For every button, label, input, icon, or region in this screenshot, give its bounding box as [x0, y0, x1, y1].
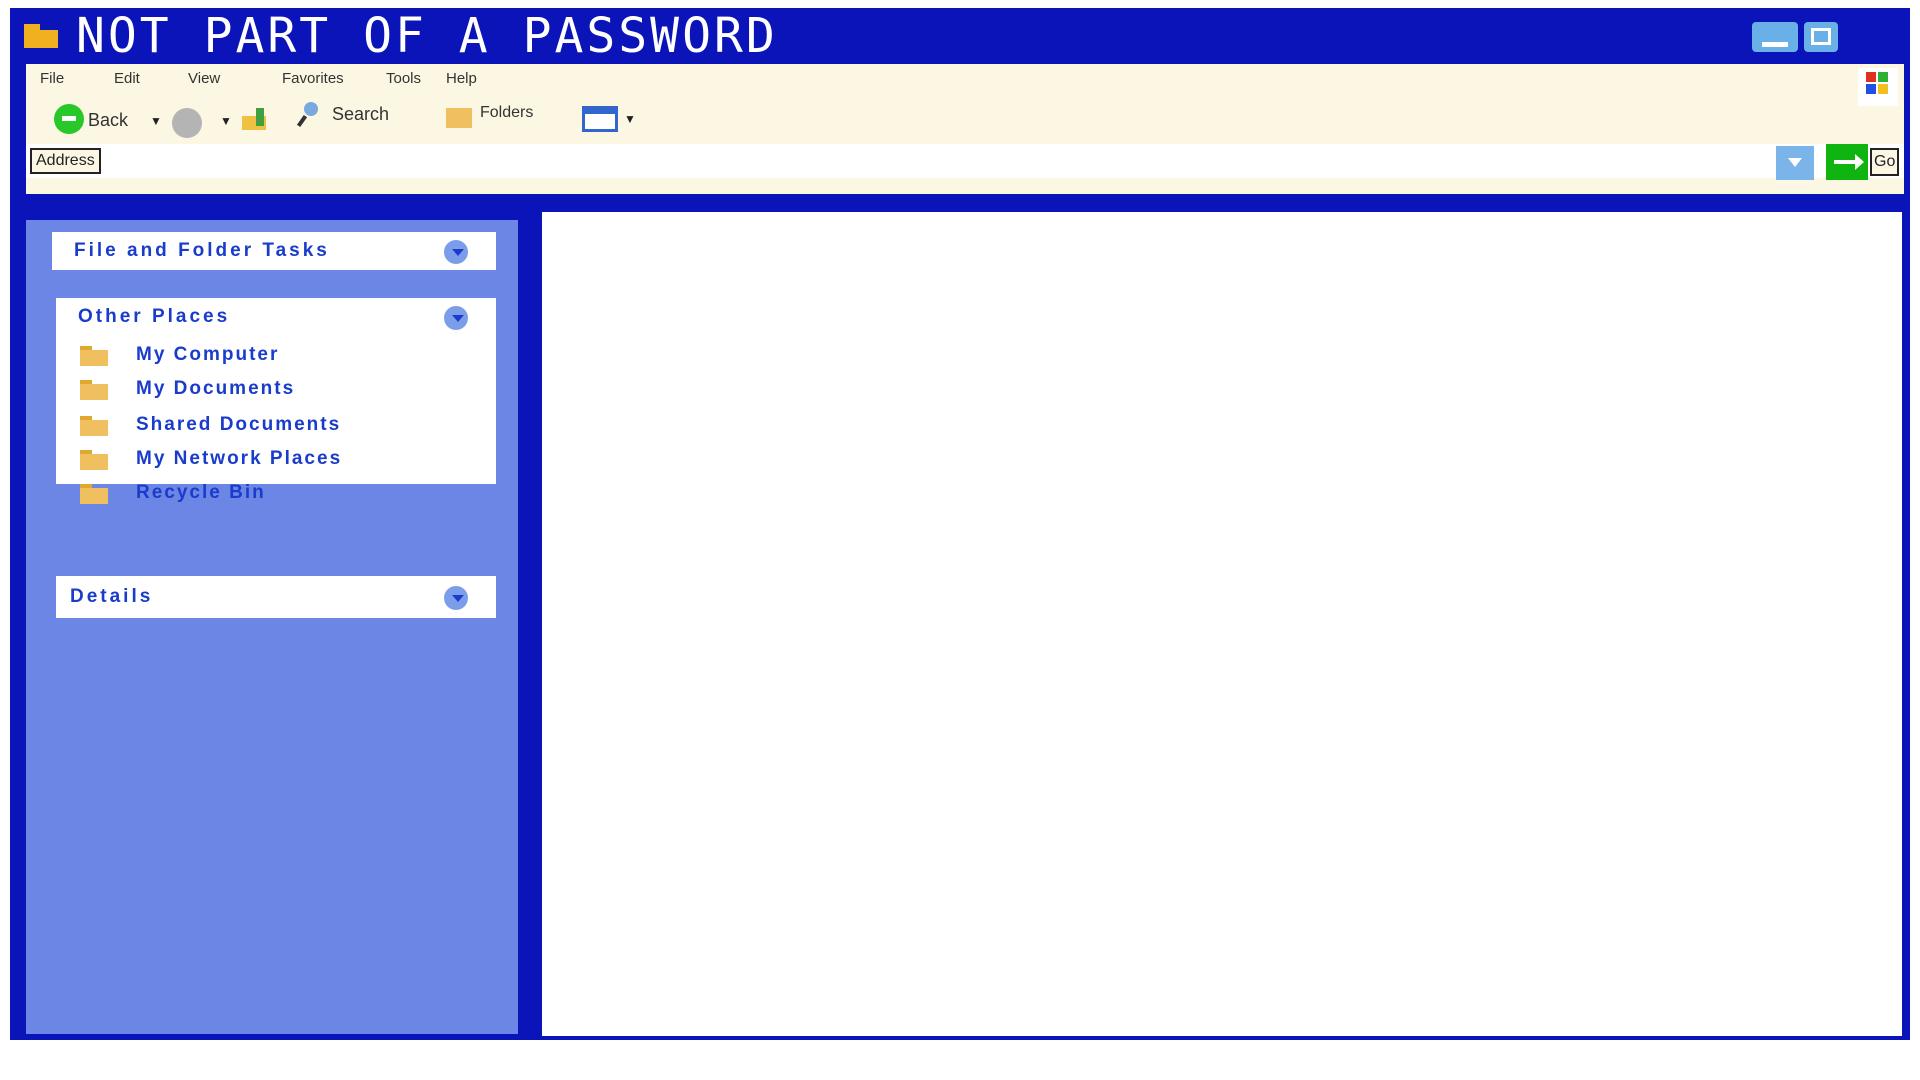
folder-icon — [80, 416, 108, 436]
search-icon[interactable] — [296, 102, 324, 128]
go-arrow-icon — [1834, 154, 1864, 170]
menu-and-toolbar-area: File Edit View Favorites Tools Help Back… — [26, 64, 1904, 194]
windows-flag-icon — [1858, 68, 1898, 106]
menu-favorites[interactable]: Favorites — [282, 70, 344, 87]
maximize-button[interactable] — [1804, 22, 1838, 52]
menu-help[interactable]: Help — [446, 70, 477, 87]
panel-title[interactable]: Other Places — [78, 306, 230, 328]
folder-icon — [80, 380, 108, 400]
forward-dropdown-icon[interactable]: ▼ — [220, 114, 232, 128]
folder-icon — [80, 346, 108, 366]
pane-divider[interactable] — [528, 216, 538, 1036]
views-icon[interactable] — [582, 106, 618, 132]
file-list-area[interactable] — [542, 212, 1902, 1036]
go-button[interactable] — [1826, 144, 1868, 180]
forward-arrow-icon[interactable] — [172, 108, 202, 138]
task-link[interactable]: My Computer — [136, 344, 279, 366]
collapse-chevron-icon[interactable] — [442, 584, 470, 612]
folder-icon — [80, 484, 108, 504]
go-label[interactable]: Go — [1870, 148, 1900, 176]
panel-details-header[interactable]: Details — [56, 576, 496, 618]
explorer-window: NOT PART OF A PASSWORD File Edit View Fa… — [10, 8, 1910, 1040]
task-link[interactable]: My Documents — [136, 378, 295, 400]
menu-view[interactable]: View — [188, 70, 220, 87]
address-label: Address — [30, 148, 101, 174]
expand-chevron-icon[interactable] — [442, 238, 470, 266]
menu-file[interactable]: File — [40, 70, 64, 87]
folder-icon — [80, 450, 108, 470]
task-pane: File and Folder Tasks Other Places My Co… — [26, 220, 518, 1034]
back-arrow-icon[interactable] — [54, 104, 84, 134]
folders-icon[interactable] — [446, 108, 472, 128]
folders-button-label[interactable]: Folders — [480, 104, 533, 122]
minimize-button[interactable] — [1752, 22, 1798, 52]
folder-icon — [24, 24, 58, 48]
panel-other-places-header[interactable]: Other Places — [56, 298, 496, 336]
task-link[interactable]: My Network Places — [136, 448, 342, 470]
menu-edit[interactable]: Edit — [114, 70, 140, 87]
panel-file-folder-tasks-header[interactable]: File and Folder Tasks — [52, 232, 496, 270]
task-link[interactable]: Shared Documents — [136, 414, 341, 436]
views-dropdown-icon[interactable]: ▼ — [624, 112, 636, 126]
standard-toolbar: Back ▼ ▼ Search Folders ▼ — [26, 98, 726, 138]
task-link[interactable]: Recycle Bin — [136, 482, 266, 504]
maximize-icon — [1811, 28, 1831, 45]
up-folder-icon[interactable] — [242, 108, 272, 130]
minimize-icon — [1762, 42, 1788, 47]
address-input[interactable] — [116, 146, 1776, 176]
panel-other-places-body: My Computer My Documents Shared Document… — [56, 336, 496, 504]
back-button-label[interactable]: Back — [88, 110, 128, 131]
panel-title[interactable]: Details — [70, 586, 153, 608]
back-dropdown-icon[interactable]: ▼ — [150, 114, 162, 128]
panel-title[interactable]: File and Folder Tasks — [74, 240, 330, 262]
title-bar[interactable]: NOT PART OF A PASSWORD — [10, 8, 1910, 64]
search-button-label[interactable]: Search — [332, 104, 389, 125]
window-title: NOT PART OF A PASSWORD — [76, 8, 778, 64]
address-dropdown-icon[interactable] — [1776, 146, 1814, 180]
collapse-chevron-icon[interactable] — [442, 304, 470, 332]
menu-tools[interactable]: Tools — [386, 70, 421, 87]
address-bar: Address Go — [26, 144, 1904, 180]
